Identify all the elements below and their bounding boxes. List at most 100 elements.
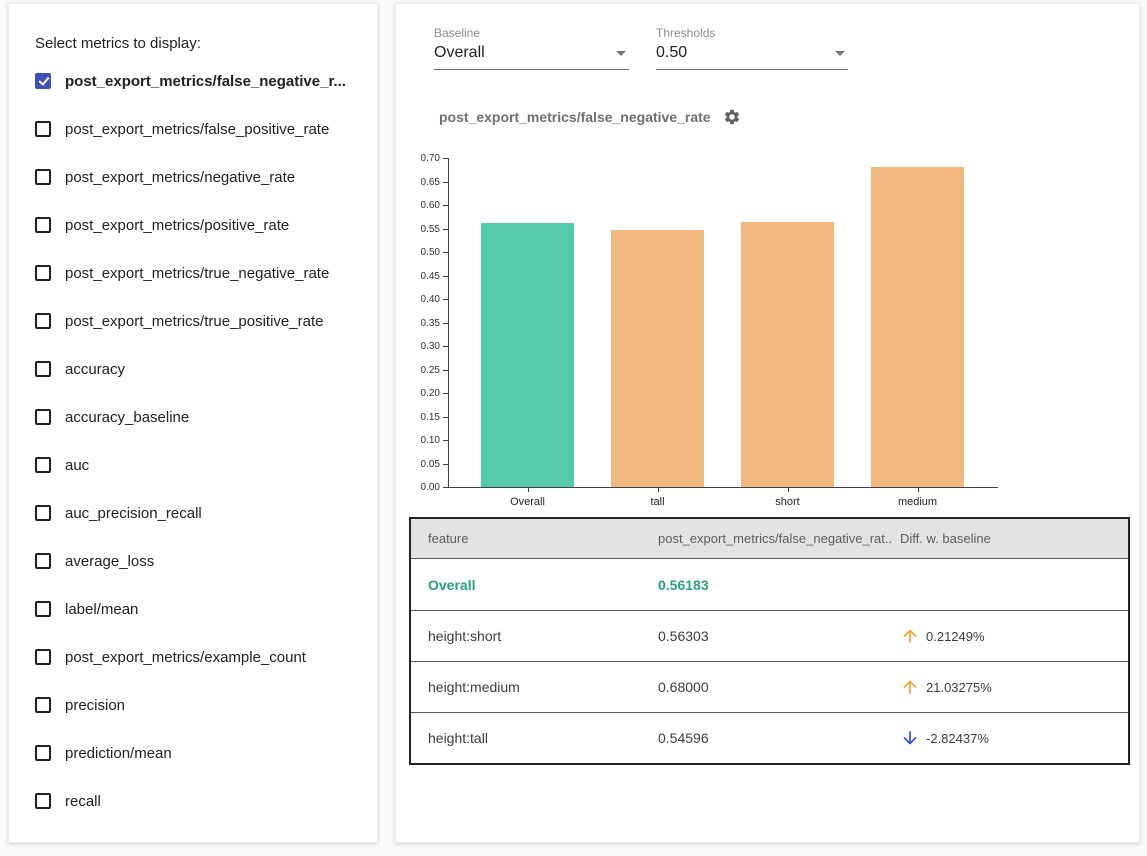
table-body: Overall0.56183height:short0.563030.21249…: [411, 559, 1128, 763]
table-row[interactable]: height:tall0.54596-2.82437%: [411, 712, 1128, 763]
metric-label: post_export_metrics/false_negative_r...: [65, 73, 346, 90]
thresholds-label: Thresholds: [656, 26, 848, 40]
cell-metric-value: 0.54596: [658, 730, 893, 746]
metrics-table: feature post_export_metrics/false_negati…: [409, 517, 1130, 765]
y-axis-tick: [443, 182, 448, 183]
metric-label: post_export_metrics/example_count: [65, 649, 306, 666]
y-axis-tick-label: 0.45: [396, 271, 440, 282]
cell-metric-value: 0.68000: [658, 679, 893, 695]
y-axis-tick: [443, 464, 448, 465]
y-axis-tick: [443, 252, 448, 253]
metric-label: post_export_metrics/positive_rate: [65, 217, 289, 234]
checkbox-unchecked-icon[interactable]: [35, 601, 51, 617]
table-header: feature post_export_metrics/false_negati…: [411, 519, 1128, 559]
table-row[interactable]: Overall0.56183: [411, 559, 1128, 610]
metrics-select-panel: Select metrics to display: post_export_m…: [8, 3, 378, 843]
y-axis-tick-label: 0.15: [396, 412, 440, 423]
y-axis-tick: [443, 229, 448, 230]
baseline-label: Baseline: [434, 26, 629, 40]
metric-label: post_export_metrics/true_negative_rate: [65, 265, 329, 282]
y-axis-tick: [443, 370, 448, 371]
y-axis-tick: [443, 205, 448, 206]
chart-bar-medium[interactable]: [871, 167, 964, 487]
checkbox-unchecked-icon[interactable]: [35, 649, 51, 665]
checkbox-unchecked-icon[interactable]: [35, 697, 51, 713]
metric-label: auc_precision_recall: [65, 505, 202, 522]
checkbox-unchecked-icon[interactable]: [35, 553, 51, 569]
metric-checkbox-item[interactable]: post_export_metrics/false_negative_r...: [35, 68, 346, 94]
metric-checkbox-item[interactable]: post_export_metrics/true_negative_rate: [35, 260, 329, 286]
baseline-select[interactable]: Baseline Overall: [434, 26, 629, 70]
cell-diff: -2.82437%: [893, 728, 1128, 748]
table-row[interactable]: height:medium0.6800021.03275%: [411, 661, 1128, 712]
arrow-up-icon: [900, 677, 920, 697]
metric-checkbox-item[interactable]: auc: [35, 452, 89, 478]
y-axis-tick-label: 0.55: [396, 224, 440, 235]
metric-checkbox-item[interactable]: recall: [35, 788, 101, 814]
y-axis-tick: [443, 440, 448, 441]
checkbox-unchecked-icon[interactable]: [35, 121, 51, 137]
y-axis-tick-label: 0.05: [396, 459, 440, 470]
checkbox-unchecked-icon[interactable]: [35, 265, 51, 281]
metric-label: post_export_metrics/false_positive_rate: [65, 121, 329, 138]
cell-diff: 0.21249%: [893, 626, 1128, 646]
arrow-down-icon: [900, 728, 920, 748]
y-axis-tick-label: 0.35: [396, 318, 440, 329]
results-panel: Baseline Overall Thresholds 0.50 post_ex…: [395, 3, 1140, 843]
checkbox-unchecked-icon[interactable]: [35, 457, 51, 473]
y-axis-tick: [443, 346, 448, 347]
cell-feature: Overall: [411, 577, 658, 593]
x-axis-tick: [788, 488, 789, 492]
metric-label: post_export_metrics/true_positive_rate: [65, 313, 323, 330]
metric-checkbox-item[interactable]: post_export_metrics/true_positive_rate: [35, 308, 323, 334]
y-axis-tick-label: 0.40: [396, 294, 440, 305]
thresholds-value: 0.50: [656, 44, 687, 62]
gear-icon[interactable]: [723, 108, 741, 126]
checkbox-unchecked-icon[interactable]: [35, 217, 51, 233]
table-row[interactable]: height:short0.563030.21249%: [411, 610, 1128, 661]
checkbox-unchecked-icon[interactable]: [35, 793, 51, 809]
checkbox-unchecked-icon[interactable]: [35, 361, 51, 377]
checkbox-unchecked-icon[interactable]: [35, 169, 51, 185]
chart-bar-tall[interactable]: [611, 230, 704, 487]
diff-percentage: 0.21249%: [926, 629, 985, 644]
metric-checkbox-item[interactable]: auc_precision_recall: [35, 500, 202, 526]
checkbox-unchecked-icon[interactable]: [35, 505, 51, 521]
cell-feature: height:medium: [411, 679, 658, 695]
metric-label: accuracy_baseline: [65, 409, 189, 426]
y-axis-tick-label: 0.65: [396, 177, 440, 188]
x-axis-tick-label: Overall: [478, 496, 578, 508]
metric-checkbox-item[interactable]: post_export_metrics/negative_rate: [35, 164, 295, 190]
y-axis-tick-label: 0.60: [396, 200, 440, 211]
y-axis-tick-label: 0.70: [396, 153, 440, 164]
checkbox-unchecked-icon[interactable]: [35, 313, 51, 329]
x-axis-tick-label: medium: [868, 496, 968, 508]
chart-header: post_export_metrics/false_negative_rate: [439, 108, 741, 126]
y-axis-tick-label: 0.25: [396, 365, 440, 376]
metric-checkbox-item[interactable]: average_loss: [35, 548, 154, 574]
metric-checkbox-item[interactable]: prediction/mean: [35, 740, 172, 766]
y-axis-tick-label: 0.20: [396, 388, 440, 399]
metric-checkbox-item[interactable]: accuracy: [35, 356, 125, 382]
chevron-down-icon[interactable]: [616, 51, 626, 56]
y-axis-tick-label: 0.10: [396, 435, 440, 446]
chevron-down-icon[interactable]: [835, 51, 845, 56]
column-header-diff: Diff. w. baseline: [893, 531, 1128, 546]
cell-diff: 21.03275%: [893, 677, 1128, 697]
chart-bar-overall[interactable]: [481, 223, 574, 487]
y-axis-tick: [443, 276, 448, 277]
metric-checkbox-item[interactable]: post_export_metrics/positive_rate: [35, 212, 289, 238]
metric-checkbox-item[interactable]: label/mean: [35, 596, 138, 622]
metric-checkbox-item[interactable]: post_export_metrics/false_positive_rate: [35, 116, 329, 142]
checkbox-unchecked-icon[interactable]: [35, 745, 51, 761]
metric-checkbox-item[interactable]: post_export_metrics/example_count: [35, 644, 306, 670]
metric-label: auc: [65, 457, 89, 474]
metric-checkbox-item[interactable]: accuracy_baseline: [35, 404, 189, 430]
checkbox-unchecked-icon[interactable]: [35, 409, 51, 425]
y-axis-line: [448, 158, 449, 488]
chart-bar-short[interactable]: [741, 222, 834, 487]
thresholds-select[interactable]: Thresholds 0.50: [656, 26, 848, 70]
metric-checkbox-item[interactable]: precision: [35, 692, 125, 718]
checkbox-checked-icon[interactable]: [35, 73, 51, 89]
column-header-metric: post_export_metrics/false_negative_rat..…: [658, 531, 893, 546]
